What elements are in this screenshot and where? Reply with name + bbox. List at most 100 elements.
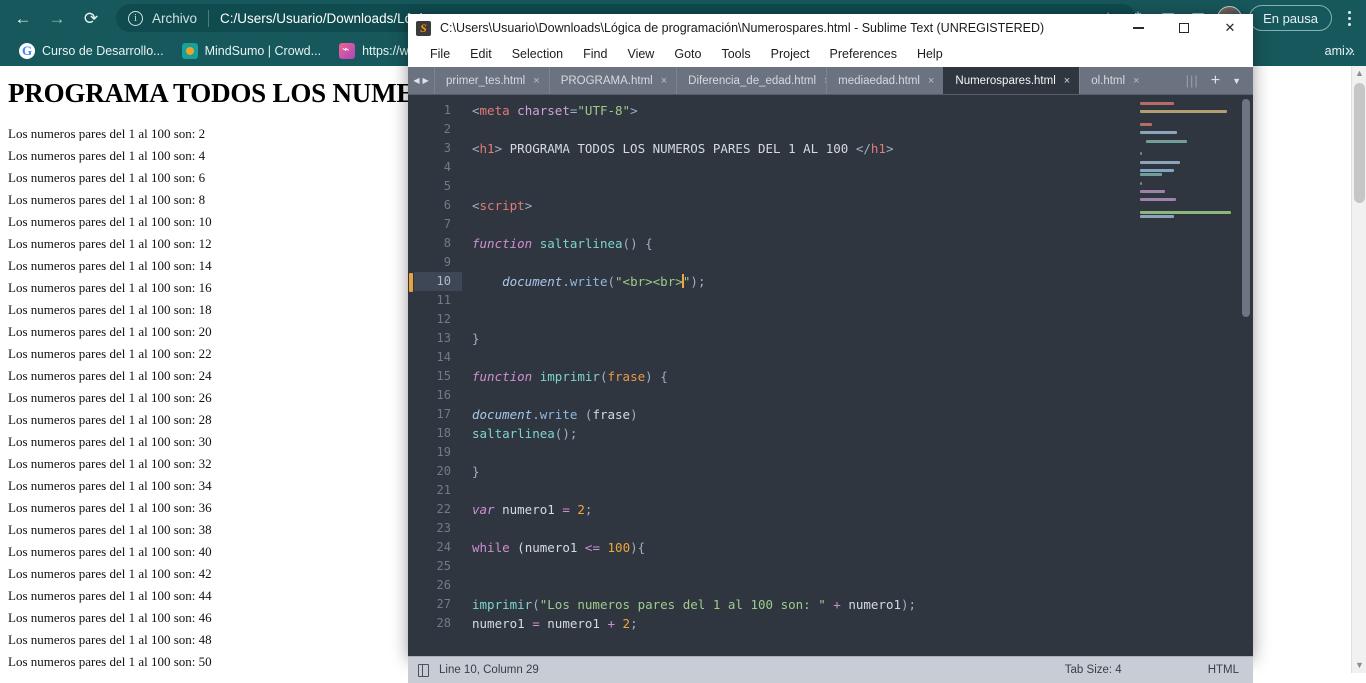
minimize-icon[interactable] (1115, 14, 1161, 42)
line-number: 11 (414, 291, 462, 310)
menu-item-find[interactable]: Find (573, 42, 617, 67)
code-line[interactable]: saltarlinea(); (462, 424, 1134, 443)
tab-close-icon[interactable]: × (1133, 75, 1139, 87)
bookmark-item-1[interactable]: MindSumo | Crowd... (173, 39, 330, 63)
tab-scroll-arrows[interactable]: ◀ ▶ (408, 67, 434, 94)
kebab-menu-icon[interactable] (1336, 3, 1362, 33)
menu-item-goto[interactable]: Goto (664, 42, 711, 67)
line-number: 3 (414, 139, 462, 158)
reload-icon[interactable]: ⟳ (74, 1, 108, 35)
code-line[interactable]: while (numero1 <= 100){ (462, 538, 1134, 557)
code-line[interactable] (462, 253, 1134, 272)
line-number: 8 (414, 234, 462, 253)
info-circle-icon[interactable]: i (128, 11, 143, 26)
bookmark-item-3[interactable]: ami... (1316, 39, 1365, 63)
syntax-label[interactable]: HTML (1208, 664, 1239, 676)
page-scrollbar[interactable]: ▲ ▼ (1351, 66, 1366, 673)
code-line[interactable] (462, 386, 1134, 405)
editor-body: 1234567891011121314151617181920212223242… (408, 95, 1253, 656)
code-line[interactable] (462, 519, 1134, 538)
chevron-right-icon[interactable]: ▶ (423, 76, 429, 85)
tab-list-chevron-down-icon[interactable]: ▼ (1232, 76, 1241, 86)
maximize-icon[interactable] (1161, 14, 1207, 42)
chevron-double-right-icon[interactable]: » (1345, 42, 1354, 60)
menu-item-tools[interactable]: Tools (711, 42, 760, 67)
editor-tab-ol-html[interactable]: ol.html× (1079, 67, 1148, 94)
code-line[interactable]: var numero1 = 2; (462, 500, 1134, 519)
chevron-left-icon[interactable]: ◀ (413, 76, 419, 85)
code-editor-area[interactable]: <meta charset="UTF-8"> <h1> PROGRAMA TOD… (462, 95, 1134, 656)
code-line[interactable] (462, 177, 1134, 196)
line-number: 12 (414, 310, 462, 329)
line-number: 5 (414, 177, 462, 196)
new-tab-icon[interactable]: + (1211, 72, 1220, 90)
code-line[interactable]: } (462, 329, 1134, 348)
editor-tab-Diferencia_de_edad-html[interactable]: Diferencia_de_edad.html× (676, 67, 826, 94)
code-line[interactable] (462, 310, 1134, 329)
scrollbar-thumb[interactable] (1354, 83, 1365, 203)
tab-close-icon[interactable]: × (1064, 75, 1070, 87)
menu-item-project[interactable]: Project (761, 42, 820, 67)
editor-tab-PROGRAMA-html[interactable]: PROGRAMA.html× (549, 67, 676, 94)
bookmark-item-0[interactable]: G Curso de Desarrollo... (10, 39, 173, 63)
tab-label: Numerospares.html (955, 75, 1055, 87)
line-number: 16 (414, 386, 462, 405)
code-line[interactable]: function imprimir(frase) { (462, 367, 1134, 386)
menu-item-edit[interactable]: Edit (460, 42, 502, 67)
menu-item-file[interactable]: File (420, 42, 460, 67)
minimap[interactable] (1134, 95, 1239, 656)
back-icon[interactable]: ← (6, 1, 40, 35)
editor-scrollbar[interactable] (1239, 95, 1253, 656)
editor-scrollbar-thumb[interactable] (1242, 99, 1250, 317)
code-line[interactable]: <h1> PROGRAMA TODOS LOS NUMEROS PARES DE… (462, 139, 1134, 158)
code-line[interactable] (462, 576, 1134, 595)
code-line[interactable]: <script> (462, 196, 1134, 215)
line-number: 1 (414, 101, 462, 120)
tab-size-label[interactable]: Tab Size: 4 (1065, 664, 1122, 676)
menu-item-preferences[interactable]: Preferences (820, 42, 907, 67)
menu-item-help[interactable]: Help (907, 42, 953, 67)
code-line[interactable] (462, 215, 1134, 234)
line-number: 4 (414, 158, 462, 177)
line-number: 2 (414, 120, 462, 139)
scroll-down-icon[interactable]: ▼ (1352, 658, 1366, 673)
tab-close-icon[interactable]: × (928, 75, 934, 87)
code-line[interactable] (462, 120, 1134, 139)
editor-tab-mediaedad-html[interactable]: mediaedad.html × (826, 67, 943, 94)
bookmark-label: MindSumo | Crowd... (205, 44, 321, 58)
code-line[interactable] (462, 557, 1134, 576)
close-icon[interactable]: ✕ (1207, 14, 1253, 42)
forward-icon[interactable]: → (40, 1, 74, 35)
code-line[interactable] (462, 291, 1134, 310)
code-line[interactable] (462, 481, 1134, 500)
code-line[interactable]: document.write (frase) (462, 405, 1134, 424)
minimap-line (1140, 102, 1174, 105)
editor-tab-primer_tes-html[interactable]: primer_tes.html × (434, 67, 549, 94)
scroll-up-icon[interactable]: ▲ (1352, 66, 1366, 81)
minimap-line (1140, 169, 1174, 172)
status-badge[interactable]: En pausa (1249, 5, 1332, 31)
line-number: 9 (414, 253, 462, 272)
code-line[interactable]: <meta charset="UTF-8"> (462, 101, 1134, 120)
code-line[interactable]: document.write("<br><br>"); (462, 272, 1134, 291)
code-line[interactable] (462, 158, 1134, 177)
code-line[interactable] (462, 348, 1134, 367)
minimap-line (1140, 152, 1142, 155)
editor-tab-Numerospares-html[interactable]: Numerospares.html × (943, 67, 1079, 94)
code-line[interactable]: imprimir("Los numeros pares del 1 al 100… (462, 595, 1134, 614)
code-line[interactable] (462, 443, 1134, 462)
code-line[interactable]: numero1 = numero1 + 2; (462, 614, 1134, 633)
tab-grip-icon: ||| (1186, 73, 1199, 88)
tab-close-icon[interactable]: × (533, 75, 539, 87)
sublime-text-window: C:\Users\Usuario\Downloads\Lógica de pro… (408, 14, 1253, 658)
tab-close-icon[interactable]: × (661, 75, 667, 87)
code-line[interactable]: } (462, 462, 1134, 481)
minimap-line (1140, 110, 1227, 113)
line-number: 14 (414, 348, 462, 367)
menu-item-selection[interactable]: Selection (502, 42, 573, 67)
tab-label: mediaedad.html (838, 75, 920, 87)
code-line[interactable]: function saltarlinea() { (462, 234, 1134, 253)
menu-item-view[interactable]: View (617, 42, 664, 67)
sidebar-toggle-icon[interactable] (418, 664, 429, 677)
tab-label: primer_tes.html (446, 75, 525, 87)
